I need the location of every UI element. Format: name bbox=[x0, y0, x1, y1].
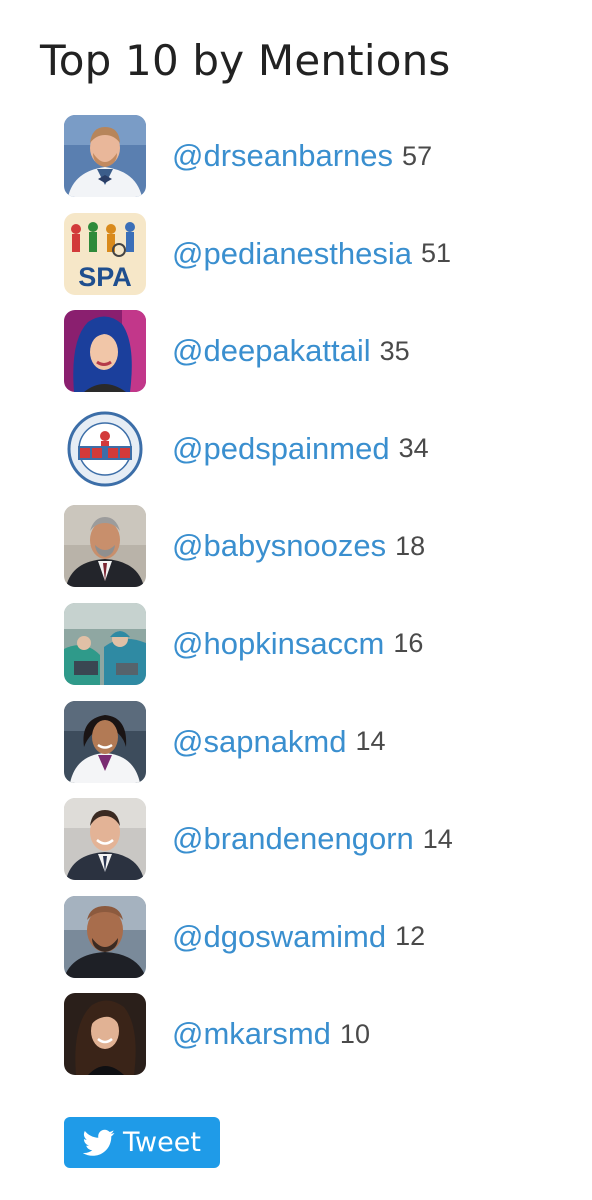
list-item: @sapnakmd 14 bbox=[64, 700, 584, 799]
avatar[interactable] bbox=[64, 895, 146, 978]
mention-count: 18 bbox=[395, 530, 426, 561]
list-item: @babysnoozes 18 bbox=[64, 505, 584, 603]
user-handle-link[interactable]: @babysnoozes bbox=[172, 528, 386, 564]
list-item: @mkarsmd 10 bbox=[64, 993, 584, 1091]
avatar[interactable] bbox=[64, 310, 146, 393]
list-item: SPA @pedianesthesia 51 bbox=[64, 212, 584, 311]
mention-count: 57 bbox=[402, 140, 433, 171]
tweet-button-label: Tweet bbox=[123, 1127, 201, 1158]
user-handle-link[interactable]: @deepakattail bbox=[172, 333, 371, 369]
svg-text:SPA: SPA bbox=[78, 262, 132, 292]
list-item: @brandenengorn 14 bbox=[64, 798, 584, 896]
user-handle-link[interactable]: @dgoswamimd bbox=[172, 919, 386, 955]
mention-count: 10 bbox=[339, 1018, 370, 1049]
avatar[interactable] bbox=[64, 602, 146, 685]
avatar[interactable] bbox=[64, 798, 146, 881]
mention-count: 34 bbox=[398, 433, 429, 464]
user-handle-link[interactable]: @pedianesthesia bbox=[172, 236, 412, 272]
avatar[interactable] bbox=[64, 993, 146, 1076]
mention-count: 35 bbox=[379, 335, 410, 366]
user-handle-link[interactable]: @sapnakmd bbox=[172, 724, 347, 760]
avatar[interactable] bbox=[64, 505, 146, 588]
avatar[interactable]: SPA bbox=[64, 212, 146, 295]
list-item: @deepakattail 35 bbox=[64, 310, 584, 408]
user-handle-link[interactable]: @hopkinsaccm bbox=[172, 626, 384, 662]
tweet-button[interactable]: Tweet bbox=[64, 1117, 220, 1168]
user-handle-link[interactable]: @mkarsmd bbox=[172, 1016, 331, 1052]
mentions-list: @drseanbarnes 57 SPA @pedianesthesia 51 … bbox=[64, 115, 584, 1091]
list-item: @drseanbarnes 57 bbox=[64, 115, 584, 213]
mention-count: 14 bbox=[422, 823, 453, 854]
mention-count: 16 bbox=[393, 628, 424, 659]
list-item: @pedspainmed 34 bbox=[64, 407, 584, 506]
mention-count: 12 bbox=[395, 921, 426, 952]
avatar[interactable] bbox=[64, 407, 146, 490]
widget-title: Top 10 by Mentions bbox=[40, 36, 451, 85]
list-item: @hopkinsaccm 16 bbox=[64, 602, 584, 701]
list-item: @dgoswamimd 12 bbox=[64, 895, 584, 994]
user-handle-link[interactable]: @pedspainmed bbox=[172, 431, 390, 467]
mention-count: 14 bbox=[355, 726, 386, 757]
mention-count: 51 bbox=[421, 238, 452, 269]
user-handle-link[interactable]: @drseanbarnes bbox=[172, 138, 393, 174]
user-handle-link[interactable]: @brandenengorn bbox=[172, 821, 414, 857]
twitter-bird-icon bbox=[83, 1129, 115, 1156]
avatar[interactable] bbox=[64, 700, 146, 783]
avatar[interactable] bbox=[64, 115, 146, 197]
